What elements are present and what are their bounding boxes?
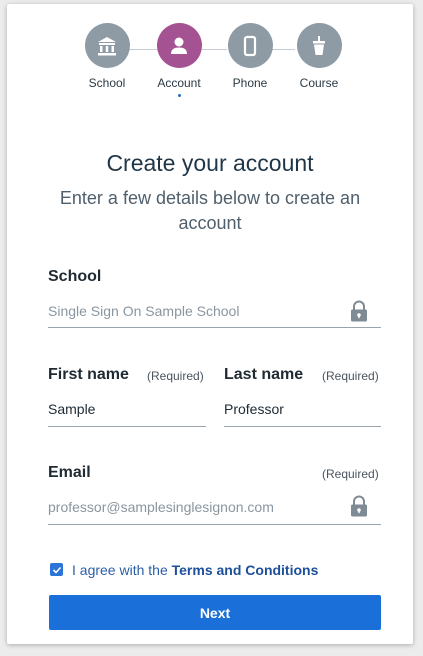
page-title: Create your account — [106, 150, 314, 176]
bank-icon — [84, 23, 130, 68]
step-school[interactable]: School — [77, 23, 137, 90]
step-label-school: School — [88, 76, 126, 90]
email-underline — [48, 524, 381, 525]
step-account[interactable]: Account — [149, 23, 209, 97]
first-name-underline — [48, 426, 206, 427]
step-phone[interactable]: Phone — [220, 23, 280, 90]
terms-text: I agree with the Terms and Conditions — [72, 562, 318, 578]
active-step-indicator — [177, 94, 181, 97]
lock-icon — [350, 300, 368, 322]
email-required: (Required) — [322, 467, 379, 481]
last-name-field[interactable]: Professor — [224, 401, 284, 417]
email-field: professor@samplesinglesignon.com — [48, 499, 274, 515]
first-name-label: First name — [48, 366, 129, 383]
lock-icon — [350, 495, 368, 517]
cup-icon — [296, 23, 342, 68]
last-name-label: Last name — [224, 366, 304, 383]
email-label: Email — [48, 464, 91, 481]
user-icon — [156, 23, 202, 68]
school-label: School — [48, 268, 102, 285]
last-name-underline — [224, 426, 381, 427]
step-label-course: Course — [299, 76, 339, 90]
phone-icon — [227, 23, 273, 68]
last-name-required: (Required) — [322, 369, 379, 383]
step-label-phone: Phone — [232, 76, 268, 90]
signup-card: School Account Phone Course Create your … — [7, 4, 413, 644]
checkmark-icon — [52, 566, 61, 574]
step-label-account: Account — [157, 76, 201, 90]
terms-prefix: I agree with the — [72, 562, 172, 578]
first-name-required: (Required) — [147, 369, 204, 383]
page-subtitle: Enter a few details below to create an a… — [59, 188, 361, 233]
school-underline — [48, 327, 381, 328]
first-name-field[interactable]: Sample — [48, 401, 95, 417]
terms-link[interactable]: Terms and Conditions — [172, 562, 319, 578]
step-course[interactable]: Course — [289, 23, 349, 90]
school-field: Single Sign On Sample School — [48, 303, 240, 319]
terms-checkbox[interactable] — [50, 563, 63, 576]
next-button[interactable]: Next — [49, 595, 381, 630]
progress-stepper: School Account Phone Course — [7, 4, 413, 104]
